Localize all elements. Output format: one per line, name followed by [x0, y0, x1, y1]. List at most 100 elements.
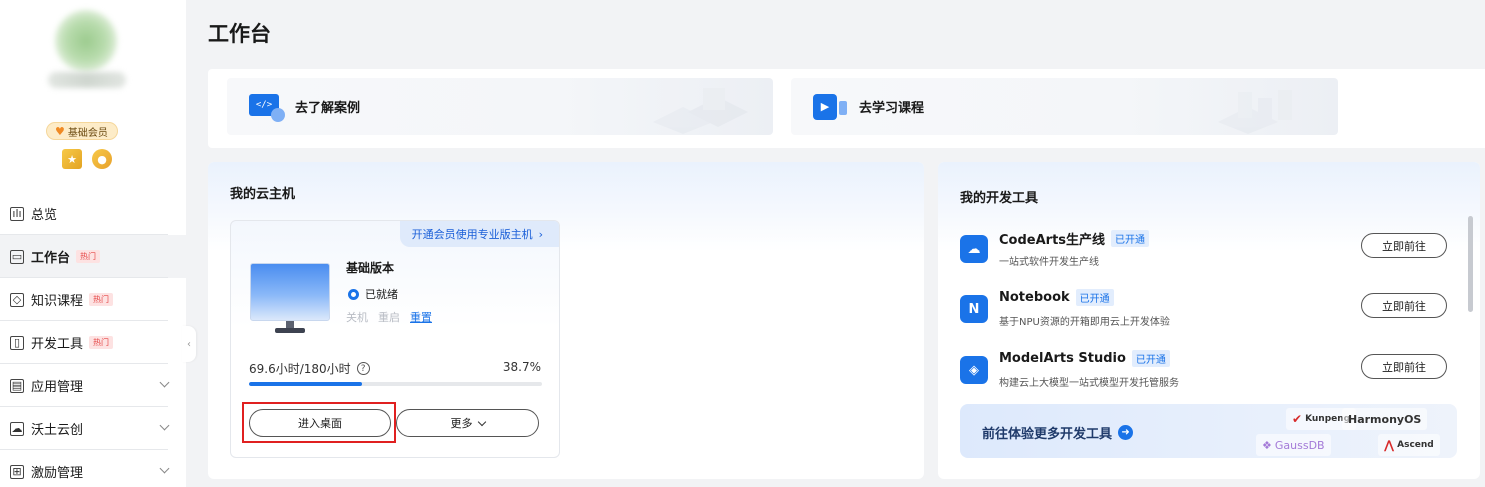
chevron-down-icon [477, 417, 486, 426]
help-icon[interactable]: ? [356, 362, 370, 375]
enabled-badge: 已开通 [1131, 350, 1170, 367]
cube-icon: ◇ [10, 292, 24, 307]
tool-name: Notebook 已开通 [999, 289, 1114, 306]
quick-link-label: 去学习课程 [859, 101, 925, 116]
tool-description: 一站式软件开发生产线 [999, 257, 1099, 268]
cloud-host-card: 开通会员使用专业版主机 › 基础版本 已就绪 关机 重启 重置 69.6小时/1… [230, 220, 560, 458]
isometric-decoration [653, 88, 748, 134]
tool-row-codearts: ☁ CodeArts生产线 已开通 一站式软件开发生产线 立即前往 [960, 229, 1450, 275]
video-play-icon: ▶ [811, 92, 849, 122]
hot-badge: 热门 [76, 250, 101, 263]
upgrade-host-link[interactable]: 开通会员使用专业版主机 › [399, 221, 559, 247]
tool-icon: ▯ [10, 335, 24, 350]
usage-progress-fill [249, 382, 363, 386]
sidebar-item-label: 工作台 [31, 251, 71, 266]
sidebar-item-cloud-creation[interactable]: ☁ 沃土云创 [0, 407, 186, 450]
gift-icon: ⊞ [10, 464, 24, 479]
chart-icon: ılı [10, 206, 24, 221]
quick-link-label: 去了解案例 [295, 101, 361, 116]
dev-tools-title: 我的开发工具 [960, 191, 1039, 206]
member-badge-label: 基础会员 [67, 127, 108, 139]
cloud-host-panel: 我的云主机 开通会员使用专业版主机 › 基础版本 已就绪 关机 重启 重置 69… [208, 162, 924, 479]
monitor-base [275, 328, 305, 333]
kunpeng-mark-icon: ✔ [1292, 412, 1303, 426]
diamond-heart-icon: ♥ [55, 124, 65, 138]
chevron-right-icon: › [538, 227, 543, 241]
ascend-mark-icon: ⋀ [1384, 438, 1395, 452]
reset-link[interactable]: 重置 [410, 309, 432, 325]
more-dev-tools-label: 前往体验更多开发工具 [982, 427, 1113, 442]
chevron-down-icon [159, 463, 170, 474]
avatar[interactable] [55, 10, 117, 72]
sidebar-item-label: 沃土云创 [31, 423, 84, 438]
modelarts-cube-icon: ◈ [960, 356, 988, 384]
host-status: 已就绪 [348, 286, 398, 302]
sidebar-collapse-button[interactable]: ‹ [182, 326, 196, 362]
more-label: 更多 [450, 417, 473, 430]
page-title: 工作台 [208, 22, 271, 46]
cloud-icon: ☁ [10, 421, 24, 436]
tool-description: 基于NPU资源的开箱即用云上开发体验 [999, 317, 1170, 328]
quick-link-cases[interactable]: </> 去了解案例 [227, 78, 773, 135]
logo-text: GaussDB [1274, 438, 1325, 452]
logo-text: Ascend [1397, 440, 1434, 450]
usage-hours: 69.6小时/180小时 [249, 362, 351, 376]
tool-description: 构建云上大模型一站式模型开发托管服务 [999, 378, 1179, 389]
more-dev-tools-text: 前往体验更多开发工具 ➜ [982, 423, 1134, 442]
app-icon: ▤ [10, 378, 24, 393]
usage-progress-bar [249, 382, 542, 386]
sidebar-item-label: 总览 [31, 208, 58, 223]
ascend-logo: ⋀ Ascend [1378, 434, 1440, 456]
tool-name: CodeArts生产线 已开通 [999, 229, 1150, 248]
tool-row-notebook: N Notebook 已开通 基于NPU资源的开箱即用云上开发体验 立即前往 [960, 289, 1450, 335]
cloud-host-title: 我的云主机 [230, 187, 296, 202]
monitor-icon: ▭ [10, 249, 24, 264]
sidebar-nav: ılı 总览 ▭ 工作台 热门 ◇ 知识课程 热门 ▯ 开发工具 热门 ▤ 应用… [0, 192, 186, 487]
chevron-down-icon [159, 420, 170, 431]
sidebar-item-workbench[interactable]: ▭ 工作台 热门 [0, 235, 186, 278]
sidebar-item-app-management[interactable]: ▤ 应用管理 [0, 364, 186, 407]
sidebar-item-label: 知识课程 [31, 294, 84, 309]
sidebar-item-dev-tools[interactable]: ▯ 开发工具 热门 [0, 321, 186, 364]
isometric-decoration [1218, 90, 1292, 134]
code-screen-icon: </> [247, 92, 285, 122]
tool-name: ModelArts Studio 已开通 [999, 350, 1170, 367]
codearts-cloud-icon: ☁ [960, 235, 988, 263]
hot-badge: 热门 [89, 336, 114, 349]
enabled-badge: 已开通 [1075, 289, 1114, 306]
quick-links-panel: </> 去了解案例 ▶ 去学习课程 [208, 69, 1485, 148]
more-dev-tools-banner[interactable]: 前往体验更多开发工具 ➜ ✔ Kunpeng HarmonyOS ❖ Gauss… [960, 404, 1457, 458]
more-dropdown-button[interactable]: 更多 [396, 409, 539, 437]
go-codearts-button[interactable]: 立即前往 [1361, 233, 1447, 258]
usage-percent: 38.7% [502, 360, 541, 374]
status-dot-icon [348, 288, 359, 300]
tool-title: Notebook [999, 290, 1070, 305]
desktop-monitor-icon [250, 263, 330, 321]
restart-button[interactable]: 重启 [378, 309, 400, 325]
chevron-down-icon [159, 377, 170, 388]
star-medal-icon[interactable]: ★ [62, 149, 82, 169]
sidebar-item-overview[interactable]: ılı 总览 [0, 192, 186, 235]
usage-info: 69.6小时/180小时 ? [249, 360, 370, 377]
quick-link-courses[interactable]: ▶ 去学习课程 [791, 78, 1338, 135]
upgrade-host-label: 开通会员使用专业版主机 [411, 228, 533, 241]
dev-tools-panel: 我的开发工具 ☁ CodeArts生产线 已开通 一站式软件开发生产线 立即前往… [938, 162, 1480, 479]
harmonyos-logo: HarmonyOS [1342, 408, 1428, 430]
sidebar-item-incentives[interactable]: ⊞ 激励管理 [0, 450, 186, 487]
shutdown-button[interactable]: 关机 [346, 309, 368, 325]
tool-title: CodeArts生产线 [999, 233, 1106, 248]
member-badge[interactable]: ♥ 基础会员 [46, 122, 118, 140]
go-notebook-button[interactable]: 立即前往 [1361, 293, 1447, 318]
hot-badge: 热门 [89, 293, 114, 306]
person-medal-icon[interactable]: ● [92, 149, 112, 169]
sidebar-item-courses[interactable]: ◇ 知识课程 热门 [0, 278, 186, 321]
chevron-left-icon: ‹ [187, 338, 191, 350]
sidebar-item-label: 开发工具 [31, 337, 84, 352]
go-modelarts-button[interactable]: 立即前往 [1361, 354, 1447, 379]
host-status-text: 已就绪 [365, 288, 398, 301]
scrollbar[interactable] [1468, 216, 1473, 312]
tool-title: ModelArts Studio [999, 351, 1126, 366]
host-actions: 关机 重启 重置 [346, 309, 432, 325]
username-blurred [48, 72, 126, 88]
medals: ★ ● [62, 149, 112, 169]
